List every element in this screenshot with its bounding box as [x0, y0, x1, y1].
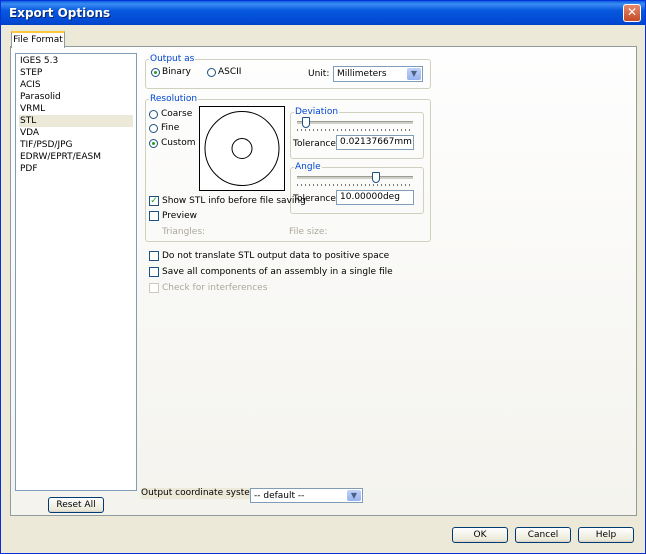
show-stl-info-checkbox[interactable]: ✓ — [149, 196, 159, 206]
deviation-slider-track — [297, 121, 413, 124]
fine-label: Fine — [161, 123, 180, 133]
deviation-slider-thumb[interactable] — [302, 117, 311, 128]
angle-slider-ticks — [297, 184, 413, 186]
unit-select[interactable]: Millimeters ▼ — [333, 66, 423, 82]
unit-value: Millimeters — [337, 69, 387, 79]
deviation-legend: Deviation — [294, 107, 340, 118]
angle-tolerance-input[interactable]: 10.00000deg — [336, 190, 414, 205]
check-interferences-checkbox[interactable] — [149, 283, 159, 293]
angle-legend: Angle — [294, 162, 322, 173]
list-item[interactable]: VRML — [19, 103, 133, 115]
deviation-tolerance-label: Tolerance: — [293, 139, 339, 149]
file-size-label: File size: — [289, 227, 328, 237]
ok-button[interactable]: OK — [452, 527, 508, 543]
output-as-legend: Output as — [149, 54, 196, 65]
save-all-components-checkbox[interactable] — [149, 267, 159, 277]
coarse-label: Coarse — [161, 109, 193, 119]
preview-checkbox[interactable] — [149, 211, 159, 221]
coordinate-system-label: Output coordinate system: — [141, 488, 265, 499]
list-item[interactable]: EDRW/EPRT/EASM — [19, 151, 133, 163]
coarse-radio[interactable] — [149, 110, 158, 119]
no-translate-checkbox[interactable] — [149, 251, 159, 261]
list-item[interactable]: TIF/PSD/JPG — [19, 139, 133, 151]
window-title: Export Options — [9, 6, 111, 20]
deviation-slider-ticks — [297, 129, 413, 131]
list-item-selected[interactable]: STL — [19, 115, 133, 127]
unit-label: Unit: — [308, 69, 330, 79]
export-options-dialog: Export Options ✕ File Format IGES 5.3 ST… — [0, 0, 646, 554]
list-item[interactable]: VDA — [19, 127, 133, 139]
fine-radio[interactable] — [149, 124, 158, 133]
list-item[interactable]: ACIS — [19, 79, 133, 91]
chevron-down-icon[interactable]: ▼ — [347, 490, 361, 501]
check-interferences-label: Check for interferences — [162, 283, 268, 293]
binary-radio[interactable] — [151, 68, 160, 77]
chevron-down-icon[interactable]: ▼ — [407, 68, 421, 80]
custom-radio[interactable] — [149, 139, 158, 148]
coordinate-system-select[interactable]: -- default -- ▼ — [250, 488, 363, 503]
format-list[interactable]: IGES 5.3 STEP ACIS Parasolid VRML STL VD… — [15, 53, 137, 491]
no-translate-label: Do not translate STL output data to posi… — [162, 251, 390, 261]
list-item[interactable]: PDF — [19, 163, 133, 175]
deviation-tolerance-input[interactable]: 0.02137667mm — [336, 135, 414, 150]
list-item[interactable]: IGES 5.3 — [19, 55, 133, 67]
ascii-label: ASCII — [218, 67, 242, 77]
angle-slider-thumb[interactable] — [371, 172, 380, 183]
preview-label: Preview — [162, 211, 198, 221]
resolution-preview — [199, 106, 285, 191]
help-button[interactable]: Help — [578, 527, 634, 543]
angle-slider-track — [297, 176, 413, 179]
coordinate-system-value: -- default -- — [254, 491, 305, 501]
save-all-components-label: Save all components of an assembly in a … — [162, 267, 393, 277]
ascii-radio[interactable] — [207, 68, 216, 77]
tessellation-preview-icon — [204, 111, 280, 186]
resolution-legend: Resolution — [149, 94, 199, 105]
cancel-button[interactable]: Cancel — [515, 527, 571, 543]
tab-file-format[interactable]: File Format — [11, 31, 65, 48]
show-stl-info-label: Show STL info before file saving — [162, 196, 306, 206]
title-bar[interactable]: Export Options ✕ — [1, 1, 645, 25]
list-item[interactable]: Parasolid — [19, 91, 133, 103]
list-item[interactable]: STEP — [19, 67, 133, 79]
binary-label: Binary — [162, 67, 191, 77]
close-icon[interactable]: ✕ — [623, 4, 641, 22]
reset-all-button[interactable]: Reset All — [48, 497, 104, 513]
custom-label: Custom — [161, 138, 196, 148]
triangles-label: Triangles: — [162, 227, 206, 237]
